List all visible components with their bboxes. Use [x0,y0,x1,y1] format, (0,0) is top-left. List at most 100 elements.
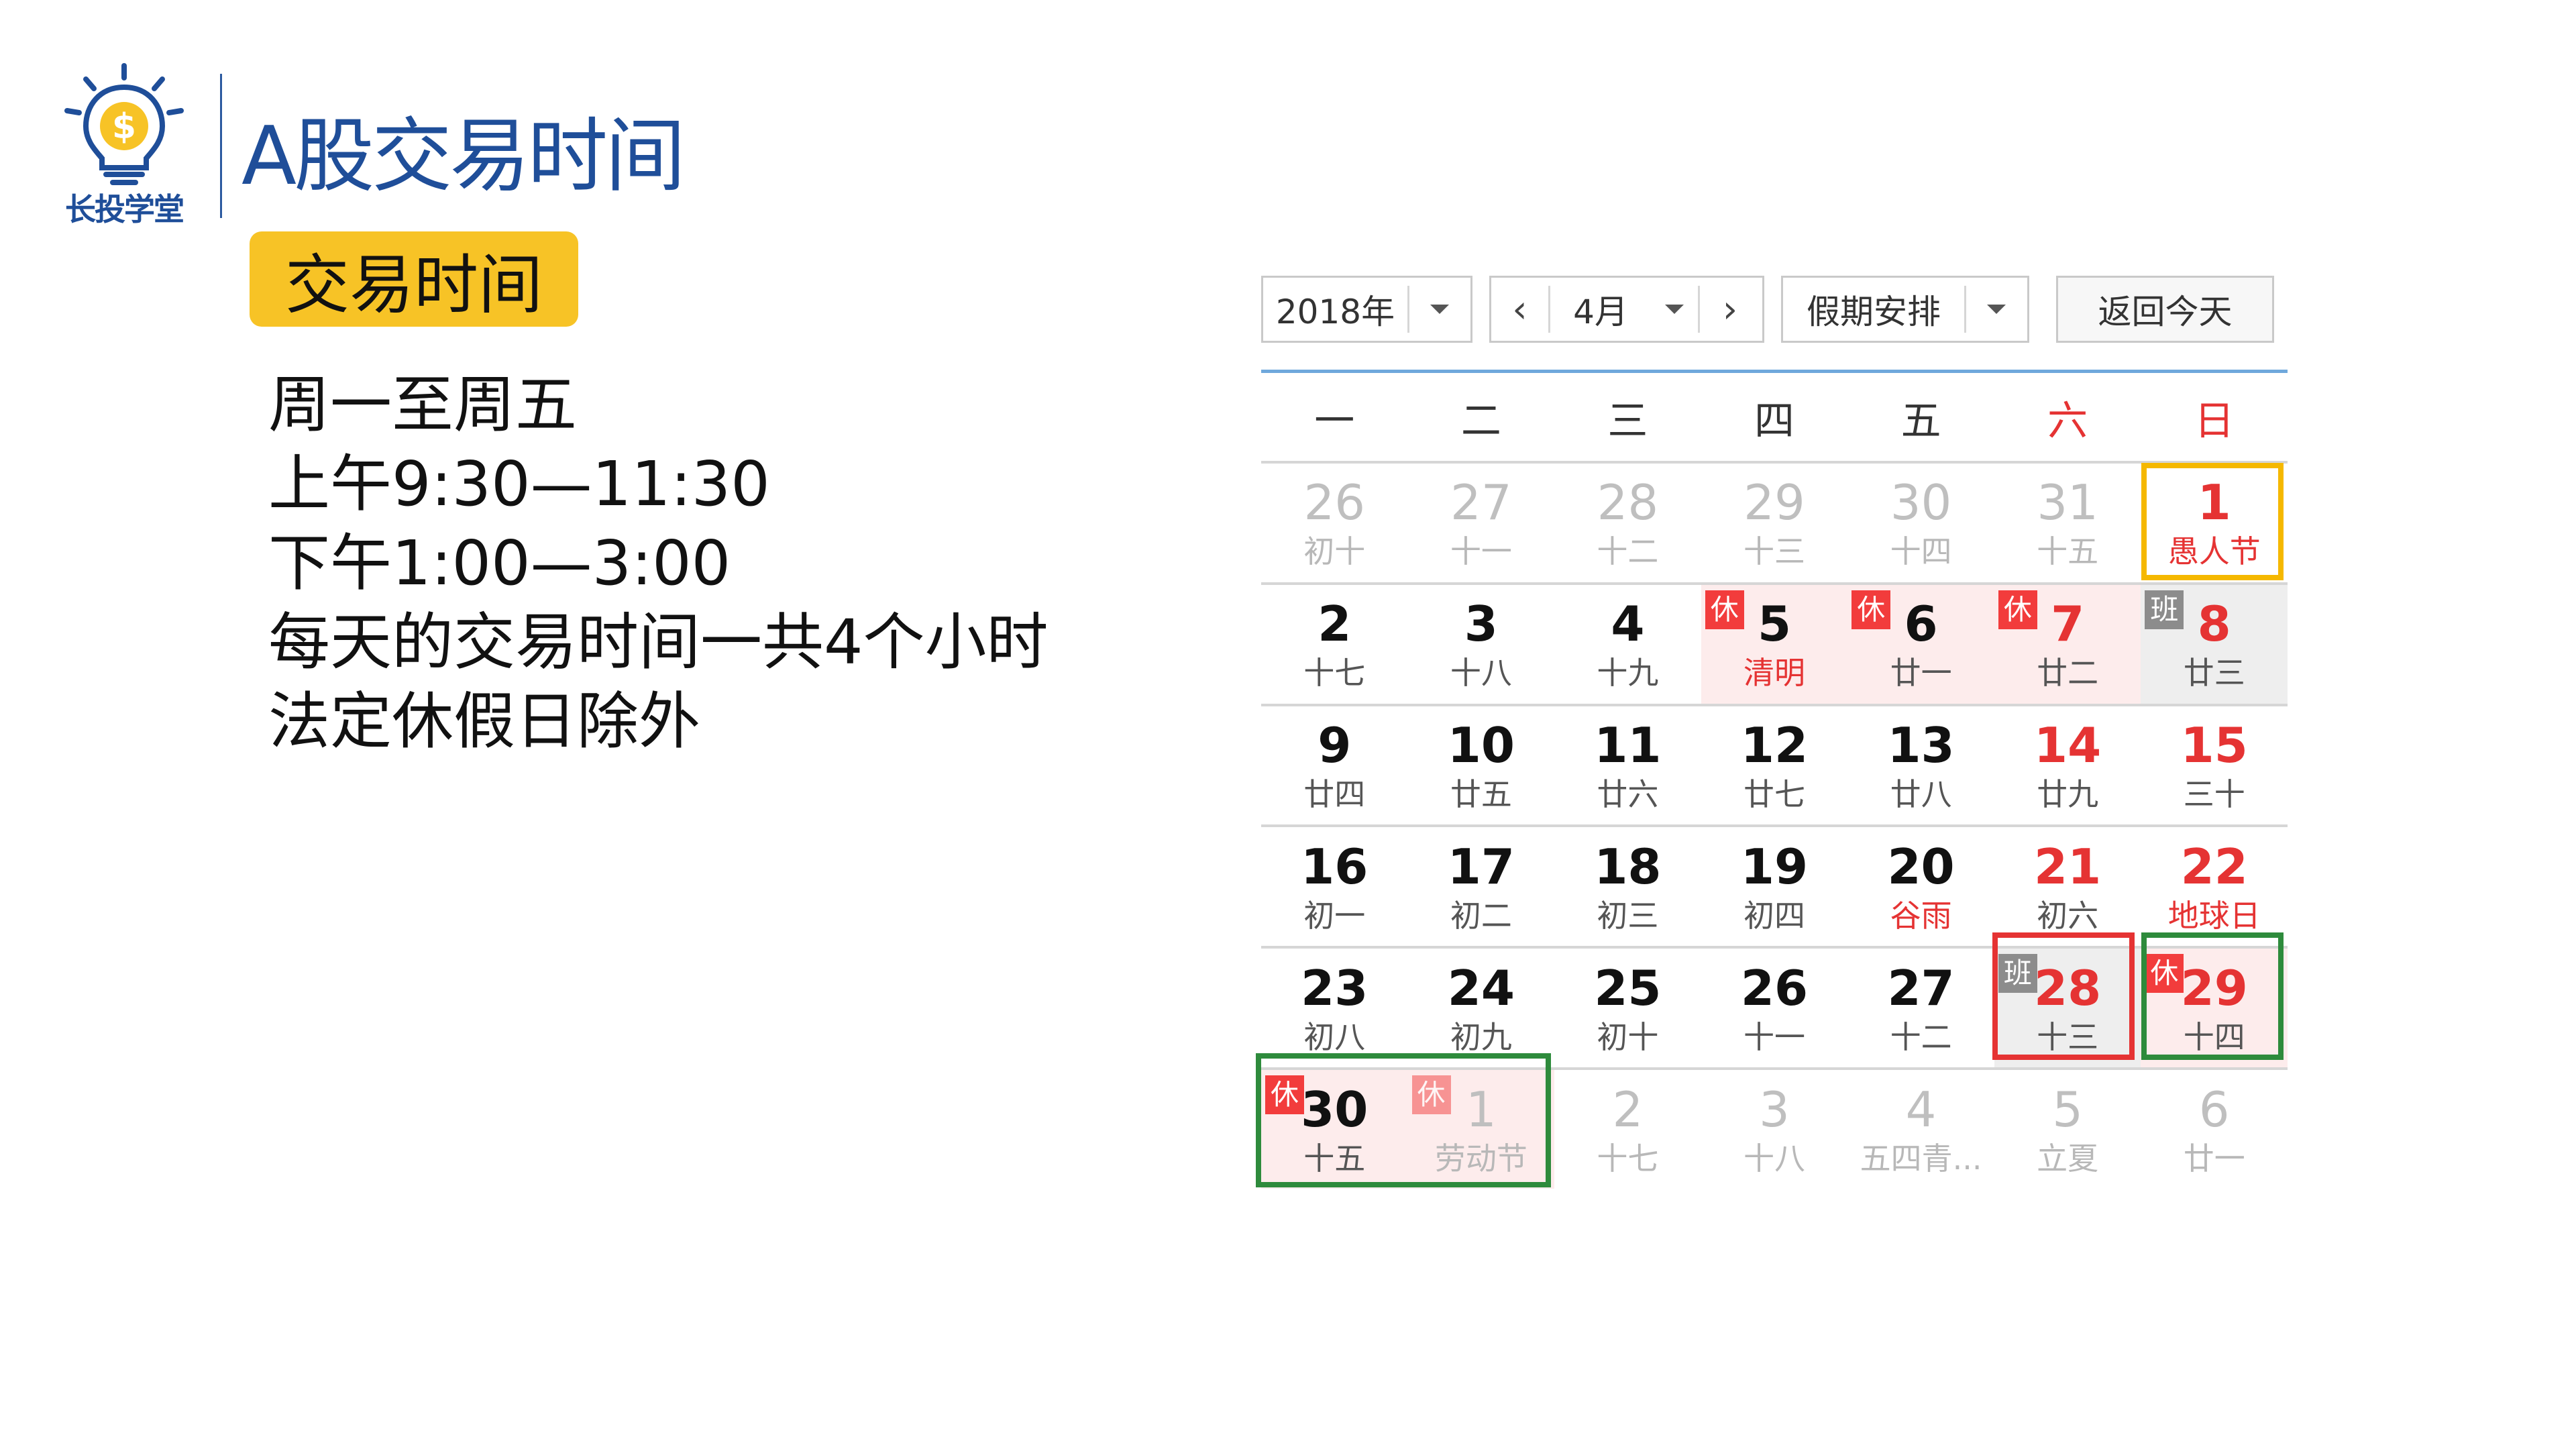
calendar-day-cell[interactable]: 4 五四青... [1847,1067,1994,1189]
calendar-day-cell[interactable]: 3 十八 [1701,1067,1848,1189]
chevron-down-icon[interactable] [1651,278,1698,341]
lunar-date: 五四青... [1860,1140,1982,1177]
rest-day-badge: 休 [2145,954,2184,994]
weekday-wed: 三 [1607,397,1648,445]
calendar-day-cell[interactable]: 班 28 十三 [1994,946,2141,1068]
lunar-date: 十五 [1303,1140,1366,1177]
day-number: 27 [1887,959,1955,1016]
calendar-day-cell[interactable]: 4 十九 [1554,582,1701,704]
lunar-date: 初六 [2037,897,2099,934]
lunar-date: 初四 [1743,897,1805,934]
calendar-day-cell[interactable]: 21 初六 [1994,824,2141,946]
calendar-day-cell[interactable]: 23 初八 [1261,946,1408,1067]
calendar-day-cell[interactable]: 休 5 清明 [1701,582,1848,704]
day-number: 28 [1597,474,1659,531]
day-number: 3 [1759,1081,1790,1138]
day-number: 14 [2034,717,2102,774]
lunar-date: 初八 [1303,1018,1366,1055]
rule-line-morning: 上午9:30—11:30 [268,448,770,520]
calendar-day-cell[interactable]: 2 十七 [1554,1067,1701,1189]
lunar-date: 十三 [1743,533,1805,570]
lightbulb-dollar-icon: $ [64,63,184,185]
prev-month-button[interactable]: ‹ [1491,278,1548,341]
calendar-day-cell[interactable]: 13 廿八 [1847,703,1994,825]
calendar-day-cell[interactable]: 3 十八 [1407,582,1555,704]
day-number: 28 [2034,959,2102,1016]
calendar-day-cell[interactable]: 班 8 廿三 [2141,582,2288,704]
calendar-day-cell[interactable]: 29 十三 [1701,461,1848,582]
day-number: 12 [1740,717,1809,774]
rest-day-badge: 休 [1705,590,1744,629]
day-number: 30 [1301,1081,1368,1138]
chevron-down-icon[interactable] [1409,278,1470,341]
day-number: 26 [1303,474,1366,531]
lunar-date: 十二 [1597,533,1659,570]
calendar-day-cell[interactable]: 18 初三 [1554,824,1701,946]
calendar-day-cell[interactable]: 26 十一 [1701,946,1848,1067]
lunar-date: 廿一 [1890,655,1952,692]
calendar-day-cell[interactable]: 17 初二 [1407,824,1555,946]
month-select[interactable]: ‹ 4月 › [1489,276,1764,343]
calendar-day-cell[interactable]: 休 29 十四 [2141,946,2288,1068]
rest-day-badge: 休 [1851,590,1891,629]
month-value: 4月 [1573,292,1628,331]
calendar-day-cell[interactable]: 1 愚人节 [2141,461,2288,582]
rule-line-holidays: 法定休假日除外 [268,686,701,757]
day-number: 27 [1450,474,1512,531]
calendar-day-cell[interactable]: 27 十一 [1407,461,1555,582]
calendar-day-cell[interactable]: 16 初一 [1261,824,1408,946]
calendar-day-cell[interactable]: 休 7 廿二 [1994,582,2141,704]
calendar-day-cell[interactable]: 10 廿五 [1407,703,1555,825]
weekday-sat: 六 [2047,397,2088,445]
calendar-day-cell[interactable]: 14 廿九 [1994,703,2141,825]
lunar-date: 廿四 [1303,776,1366,813]
calendar-day-cell[interactable]: 19 初四 [1701,824,1848,946]
lunar-date: 十四 [2183,1018,2245,1055]
calendar-day-cell[interactable]: 27 十二 [1847,946,1994,1067]
weekday-header: 一 二 三 四 五 六 日 [1261,374,2288,461]
year-value: 2018年 [1275,292,1395,331]
next-month-button[interactable]: › [1700,278,1760,341]
calendar-day-cell[interactable]: 28 十二 [1554,461,1701,582]
lunar-date: 十五 [2037,533,2099,570]
holiday-schedule-select[interactable]: 假期安排 [1781,276,2029,343]
calendar-day-cell[interactable]: 20 谷雨 [1847,824,1994,946]
calendar-day-cell[interactable]: 22 地球日 [2141,824,2288,946]
calendar-day-cell[interactable]: 11 廿六 [1554,703,1701,825]
day-number: 1 [2197,474,2231,531]
year-select[interactable]: 2018年 [1261,276,1472,343]
calendar-day-cell[interactable]: 6 廿一 [2141,1067,2288,1189]
calendar-day-cell[interactable]: 26 初十 [1261,461,1408,582]
calendar-day-cell[interactable]: 9 廿四 [1261,703,1408,825]
calendar-day-cell[interactable]: 31 十五 [1994,461,2141,582]
back-to-today-label: 返回今天 [2098,292,2233,331]
page-title: A股交易时间 [241,110,686,203]
day-number: 8 [2197,596,2231,653]
workday-badge: 班 [1998,954,2037,994]
day-number: 5 [2052,1081,2084,1138]
lunar-date: 初十 [1303,533,1366,570]
calendar-day-cell[interactable]: 休 6 廿一 [1847,582,1994,704]
day-number: 20 [1887,838,1955,895]
day-number: 29 [1743,474,1805,531]
chevron-down-icon[interactable] [1966,278,2027,341]
back-to-today-button[interactable]: 返回今天 [2056,276,2274,343]
calendar-toolbar: 2018年 ‹ 4月 › 假期安排 返回今天 [1261,272,2288,345]
day-number: 31 [2037,474,2098,531]
lunar-date: 廿三 [2183,655,2245,692]
lunar-date: 十七 [1303,655,1366,692]
lunar-date: 十九 [1597,655,1659,692]
calendar-day-cell[interactable]: 12 廿七 [1701,703,1848,825]
calendar-day-cell[interactable]: 2 十七 [1261,582,1408,704]
day-number: 18 [1594,838,1662,895]
calendar-day-cell[interactable]: 休 1 劳动节 [1407,1067,1555,1189]
calendar-day-cell[interactable]: 5 立夏 [1994,1067,2141,1189]
calendar-day-cell[interactable]: 休 30 十五 [1261,1067,1408,1189]
calendar-widget: 2018年 ‹ 4月 › 假期安排 返回今天 一 二 三 四 五 六 日 26 … [1256,272,2288,1204]
calendar-day-cell[interactable]: 25 初十 [1554,946,1701,1067]
calendar-day-cell[interactable]: 30 十四 [1847,461,1994,582]
lunar-date: 廿九 [2037,776,2099,813]
calendar-day-cell[interactable]: 15 三十 [2141,703,2288,825]
day-number: 26 [1740,959,1809,1016]
calendar-day-cell[interactable]: 24 初九 [1407,946,1555,1067]
